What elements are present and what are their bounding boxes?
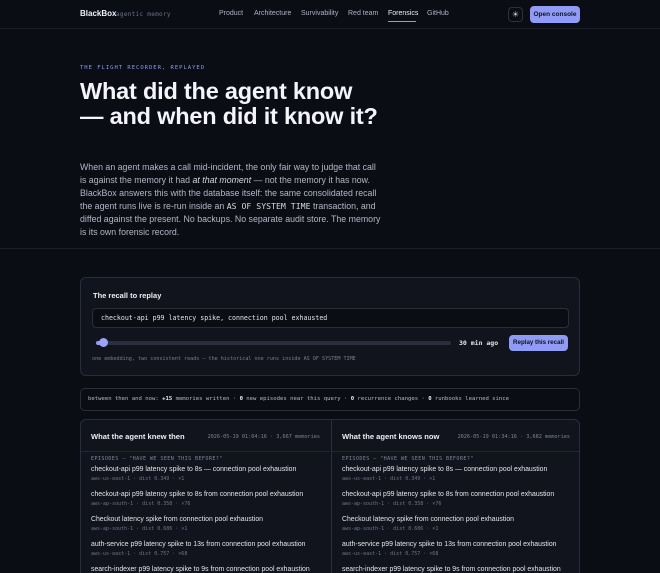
- section-kicker: THE FLIGHT RECORDER, REPLAYED: [80, 65, 206, 71]
- list-item[interactable]: checkout-api p99 latency spike to 8s fro…: [342, 491, 572, 507]
- nav-link-survivability[interactable]: Survivability: [301, 10, 338, 17]
- theme-toggle-button[interactable]: ☀: [508, 7, 523, 22]
- stats-memories-written-label: memories written ·: [172, 396, 240, 402]
- recall-query-input[interactable]: [92, 308, 569, 328]
- then-column-title: What the agent knew then: [91, 432, 185, 441]
- episode-meta: aws-ap-south-1 · dist 0.686 · ×1: [342, 526, 439, 532]
- then-column-header: What the agent knew then 2026-05-19 01:0…: [81, 420, 330, 452]
- brand-logo[interactable]: BlackBox: [80, 9, 116, 18]
- top-nav: BlackBox agentic memory Product Architec…: [0, 0, 660, 29]
- nav-link-product[interactable]: Product: [219, 10, 243, 17]
- list-item[interactable]: auth-service p99 latency spike to 13s fr…: [342, 541, 572, 557]
- now-column-title: What the agent knows now: [342, 432, 440, 441]
- now-column: What the agent knows now 2026-05-19 01:3…: [331, 420, 579, 573]
- time-slider-handle[interactable]: [99, 338, 109, 347]
- episode-title: checkout-api p99 latency spike to 8s fro…: [91, 491, 304, 498]
- now-column-meta: 2026-05-19 01:34:16 · 3,682 memories: [457, 434, 570, 440]
- time-slider-value: 30 min ago: [459, 339, 499, 347]
- list-item[interactable]: search-indexer p99 latency spike to 9s f…: [342, 566, 572, 573]
- brand-tagline: agentic memory: [116, 11, 171, 18]
- episode-title: Checkout latency spike from connection p…: [342, 516, 514, 523]
- stats-runbooks-label: runbooks learned since: [431, 396, 510, 402]
- recall-note: one embedding, two consistent reads — th…: [92, 356, 356, 362]
- hero-description: When an agent makes a call mid-incident,…: [80, 161, 384, 239]
- section-divider: [0, 248, 660, 249]
- replay-recall-button[interactable]: Replay this recall: [509, 335, 568, 351]
- stats-memories-written-value: +15: [162, 396, 173, 402]
- episode-title: checkout-api p99 latency spike to 8s — c…: [342, 466, 548, 473]
- stats-new-episodes-label: new episodes near this query ·: [242, 396, 351, 402]
- episode-title: checkout-api p99 latency spike to 8s fro…: [342, 491, 555, 498]
- change-summary-bar: between then and now: +15 memories writt…: [80, 388, 580, 411]
- nav-link-architecture[interactable]: Architecture: [254, 10, 291, 17]
- nav-link-forensics[interactable]: Forensics: [388, 10, 418, 17]
- nav-link-red-team[interactable]: Red team: [348, 10, 378, 17]
- nav-link-github[interactable]: GitHub: [427, 10, 449, 17]
- episode-title: checkout-api p99 latency spike to 8s — c…: [91, 466, 297, 473]
- now-column-header: What the agent knows now 2026-05-19 01:3…: [332, 420, 579, 452]
- then-column-meta: 2026-05-19 01:04:16 · 3,667 memories: [207, 434, 320, 440]
- list-item[interactable]: search-indexer p99 latency spike to 9s f…: [91, 566, 321, 573]
- episode-meta: aws-us-east-1 · dist 0.349 · ×1: [91, 476, 185, 482]
- memory-comparison: What the agent knew then 2026-05-19 01:0…: [80, 419, 580, 573]
- episode-meta: aws-ap-south-1 · dist 0.358 · ×76: [342, 501, 442, 507]
- episode-title: auth-service p99 latency spike to 13s fr…: [91, 541, 306, 548]
- sun-icon: ☀: [511, 10, 520, 19]
- list-item[interactable]: Checkout latency spike from connection p…: [91, 516, 321, 532]
- open-console-button[interactable]: Open console: [530, 6, 580, 23]
- stats-recurrence-label: recurrence changes ·: [354, 396, 429, 402]
- episode-title: search-indexer p99 latency spike to 9s f…: [91, 566, 310, 573]
- list-item[interactable]: Checkout latency spike from connection p…: [342, 516, 572, 532]
- list-item[interactable]: checkout-api p99 latency spike to 8s — c…: [91, 466, 321, 482]
- episode-title: search-indexer p99 latency spike to 9s f…: [342, 566, 561, 573]
- then-episodes-label: EPISODES — "HAVE WE SEEN THIS BEFORE?": [91, 456, 223, 462]
- episode-meta: aws-us-east-1 · dist 0.757 · ×68: [342, 551, 439, 557]
- now-episodes-label: EPISODES — "HAVE WE SEEN THIS BEFORE?": [342, 456, 474, 462]
- episode-meta: aws-us-east-1 · dist 0.757 · ×68: [91, 551, 188, 557]
- recall-panel-title: The recall to replay: [93, 291, 162, 300]
- episode-title: auth-service p99 latency spike to 13s fr…: [342, 541, 557, 548]
- hero-body-emphasis: at that moment: [192, 175, 252, 185]
- list-item[interactable]: auth-service p99 latency spike to 13s fr…: [91, 541, 321, 557]
- stats-prefix: between then and now:: [88, 396, 163, 402]
- hero-body-code: AS OF SYSTEM TIME: [226, 201, 311, 211]
- episode-meta: aws-ap-south-1 · dist 0.686 · ×1: [91, 526, 188, 532]
- page-title: What did the agent know — and when did i…: [80, 78, 378, 129]
- list-item[interactable]: checkout-api p99 latency spike to 8s — c…: [342, 466, 572, 482]
- then-column: What the agent knew then 2026-05-19 01:0…: [81, 420, 330, 573]
- episode-meta: aws-ap-south-1 · dist 0.358 · ×76: [91, 501, 191, 507]
- list-item[interactable]: checkout-api p99 latency spike to 8s fro…: [91, 491, 321, 507]
- recall-panel: The recall to replay 30 min ago Replay t…: [80, 277, 580, 376]
- nav-active-indicator: [388, 21, 416, 22]
- time-slider[interactable]: [96, 338, 451, 347]
- episode-meta: aws-us-east-1 · dist 0.349 · ×1: [342, 476, 436, 482]
- episode-title: Checkout latency spike from connection p…: [91, 516, 263, 523]
